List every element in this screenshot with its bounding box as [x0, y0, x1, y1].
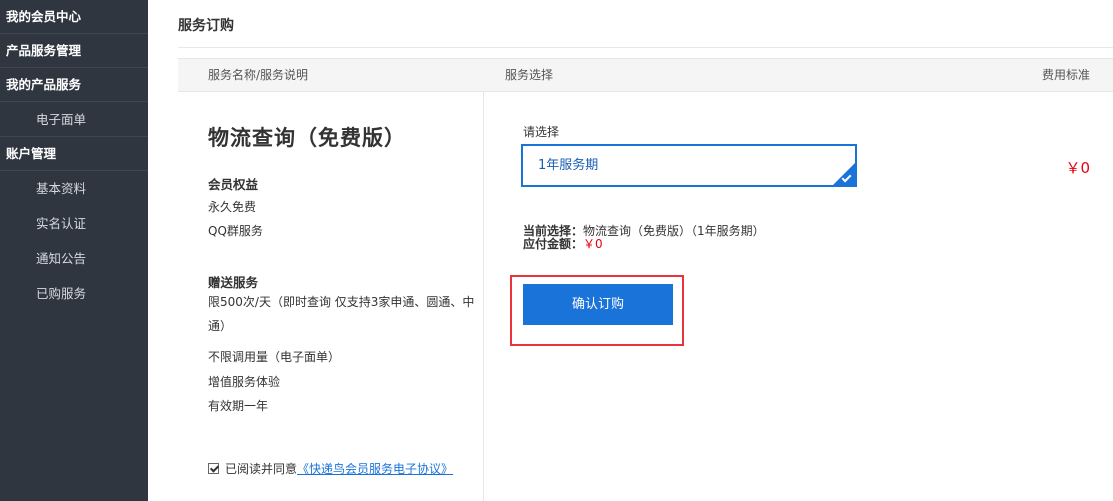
- sidebar-item-member-center[interactable]: 我的会员中心: [0, 0, 148, 34]
- selected-value: 1年服务期: [538, 158, 599, 173]
- benefit-item: 永久免费: [208, 200, 257, 214]
- sidebar-item-e-waybill[interactable]: 电子面单: [0, 102, 148, 137]
- benefits-title: 会员权益: [208, 177, 259, 192]
- page-title: 服务订购: [178, 18, 234, 34]
- confirm-order-button[interactable]: 确认订购: [523, 284, 673, 325]
- agreement-text: 已阅读并同意: [225, 462, 298, 476]
- gift-item: 不限调用量（电子面单）: [208, 350, 341, 364]
- current-selection-summary: 当前选择：物流查询（免费版）（1年服务期） 应付金额：￥0: [523, 225, 765, 251]
- header-service-name: 服务名称/服务说明: [208, 68, 309, 82]
- gift-item: 增值服务体验: [208, 375, 281, 389]
- amount-value: ￥0: [583, 237, 603, 251]
- fee-price: ￥0: [1065, 159, 1090, 177]
- service-name: 物流查询（免费版）: [208, 126, 406, 150]
- benefit-item: QQ群服务: [208, 224, 263, 238]
- current-selection-value: 物流查询（免费版）（1年服务期）: [583, 224, 765, 238]
- sidebar-item-account-management[interactable]: 账户管理: [0, 137, 148, 171]
- agreement-row: 已阅读并同意《快递鸟会员服务电子协议》: [208, 460, 453, 477]
- agreement-link[interactable]: 《快递鸟会员服务电子协议》: [297, 462, 453, 476]
- amount-label: 应付金额：: [523, 237, 584, 251]
- header-service-selection: 服务选择: [505, 68, 554, 82]
- sidebar-item-real-name-auth[interactable]: 实名认证: [0, 206, 148, 241]
- current-selection-label: 当前选择：: [523, 224, 584, 238]
- sidebar-item-basic-info[interactable]: 基本资料: [0, 171, 148, 206]
- service-description-panel: 物流查询（免费版） 会员权益 永久免费 QQ群服务 赠送服务 限500次/天（即…: [178, 92, 484, 501]
- gift-title: 赠送服务: [208, 275, 259, 290]
- sidebar: 我的会员中心 产品服务管理 我的产品服务 电子面单 账户管理 基本资料 实名认证…: [0, 0, 148, 501]
- highlight-box: 确认订购: [510, 275, 684, 346]
- service-period-select[interactable]: 1年服务期: [521, 144, 857, 187]
- header-fee-standard: 费用标准: [1041, 68, 1090, 82]
- main-content: 服务订购 服务名称/服务说明 服务选择 费用标准 物流查询（免费版） 会员权益 …: [148, 0, 1113, 501]
- table-header: 服务名称/服务说明 服务选择 费用标准: [178, 58, 1113, 92]
- sidebar-item-notices[interactable]: 通知公告: [0, 241, 148, 276]
- gift-item: 有效期一年: [208, 399, 269, 413]
- sidebar-item-my-product-services[interactable]: 我的产品服务: [0, 68, 148, 102]
- gift-item: 限500次/天（即时查询 仅支持3家申通、圆通、中通）: [208, 295, 475, 333]
- sidebar-item-product-service-management[interactable]: 产品服务管理: [0, 34, 148, 68]
- sidebar-item-purchased-services[interactable]: 已购服务: [0, 276, 148, 311]
- service-selection-panel: 请选择 1年服务期 当前选择：物流查询（免费版）（1年服务期） 应付金额：￥0 …: [485, 92, 935, 501]
- selected-corner-marker: [831, 161, 857, 187]
- divider: [178, 47, 1113, 48]
- agreement-checkbox[interactable]: [208, 463, 219, 474]
- select-label: 请选择: [523, 125, 560, 139]
